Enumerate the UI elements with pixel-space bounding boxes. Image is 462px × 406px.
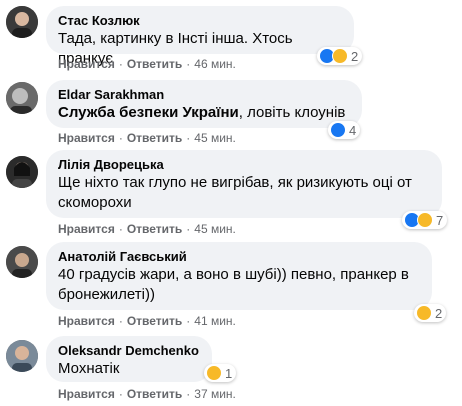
comment-text: Служба безпеки України, ловіть клоунів — [58, 104, 346, 121]
reply-link[interactable]: Ответить — [127, 387, 182, 401]
like-link[interactable]: Нравится — [58, 131, 115, 145]
comment-bubble: Eldar Sarakhman Служба безпеки України, … — [46, 80, 362, 128]
reply-link[interactable]: Ответить — [127, 222, 182, 236]
comment-author[interactable]: Стас Козлюк — [58, 13, 342, 29]
reaction-summary[interactable]: 1 — [204, 364, 237, 382]
comment-meta: Нравится · Ответить · 37 мин. — [58, 387, 236, 401]
comment-meta: Нравится · Ответить · 41 мин. — [58, 314, 236, 328]
comment-bubble: Oleksandr Demchenko Мохнатік — [46, 336, 212, 382]
mentioned-page-link[interactable]: Служба безпеки України — [58, 104, 239, 121]
comment-bubble: Анатолій Гаєвський 40 градусів жари, а в… — [46, 242, 432, 310]
comment-bubble: Лілія Дворецька Ще ніхто так глупо не ви… — [46, 150, 442, 218]
reply-link[interactable]: Ответить — [127, 131, 182, 145]
haha-reaction-icon — [416, 305, 432, 321]
reaction-summary[interactable]: 4 — [328, 121, 361, 139]
comment-meta: Нравится · Ответить · 45 мин. — [58, 131, 236, 145]
reaction-count: 2 — [435, 305, 443, 321]
like-link[interactable]: Нравится — [58, 222, 115, 236]
reply-link[interactable]: Ответить — [127, 57, 182, 71]
reaction-count: 2 — [351, 48, 359, 64]
comment-author[interactable]: Анатолій Гаєвський — [58, 249, 420, 265]
comment-text: Ще ніхто так глупо не вигрібав, як ризик… — [58, 174, 412, 211]
reply-link[interactable]: Ответить — [127, 314, 182, 328]
avatar[interactable] — [6, 246, 38, 278]
avatar[interactable] — [6, 156, 38, 188]
avatar[interactable] — [6, 340, 38, 372]
reaction-count: 1 — [225, 365, 233, 381]
timestamp[interactable]: 41 мин. — [194, 314, 236, 328]
comment-meta: Нравится · Ответить · 45 мин. — [58, 222, 236, 236]
haha-reaction-icon — [332, 48, 348, 64]
reaction-summary[interactable]: 7 — [402, 211, 448, 229]
comment-text: 40 градусів жари, а воно в шубі)) певно,… — [58, 266, 409, 303]
comment-thread: Стас Козлюк Тада, картинку в Інсті інша.… — [0, 0, 462, 406]
comment-meta: Нравится · Ответить · 46 мин. — [58, 57, 236, 71]
like-reaction-icon — [330, 122, 346, 138]
reaction-summary[interactable]: 2 — [317, 47, 363, 65]
like-link[interactable]: Нравится — [58, 57, 115, 71]
avatar[interactable] — [6, 82, 38, 114]
timestamp[interactable]: 37 мин. — [194, 387, 236, 401]
comment-author[interactable]: Oleksandr Demchenko — [58, 343, 200, 359]
comment-author[interactable]: Eldar Sarakhman — [58, 87, 350, 103]
comment-text: Мохнатік — [58, 360, 120, 377]
reaction-count: 7 — [436, 212, 444, 228]
comment-bubble: Стас Козлюк Тада, картинку в Інсті інша.… — [46, 6, 354, 67]
reaction-count: 4 — [349, 122, 357, 138]
timestamp[interactable]: 46 мин. — [194, 57, 236, 71]
haha-reaction-icon — [206, 365, 222, 381]
timestamp[interactable]: 45 мин. — [194, 131, 236, 145]
like-link[interactable]: Нравится — [58, 387, 115, 401]
like-link[interactable]: Нравится — [58, 314, 115, 328]
comment-author[interactable]: Лілія Дворецька — [58, 157, 430, 173]
timestamp[interactable]: 45 мин. — [194, 222, 236, 236]
haha-reaction-icon — [417, 212, 433, 228]
reaction-summary[interactable]: 2 — [414, 304, 447, 322]
avatar[interactable] — [6, 6, 38, 38]
